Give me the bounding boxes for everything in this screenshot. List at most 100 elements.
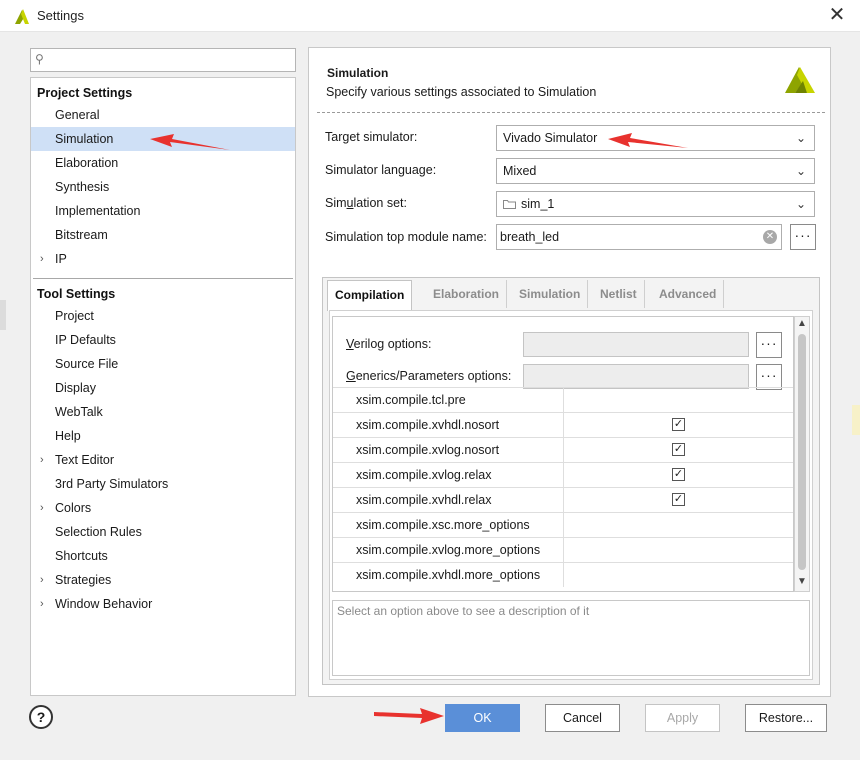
property-value-cell[interactable]: ✓ xyxy=(563,438,793,462)
options-tab-panel: Compilation Elaboration Simulation Netlist A… xyxy=(322,277,820,685)
property-name: xsim.compile.xvhdl.nosort xyxy=(356,418,500,432)
sidebar-item-shortcuts[interactable]: Shortcuts xyxy=(31,544,295,568)
generics-options-label: Generics/Parameters options: xyxy=(346,369,512,383)
property-name: xsim.compile.tcl.pre xyxy=(356,393,466,407)
tab-elaboration[interactable]: Elaboration xyxy=(426,280,508,308)
verilog-options-field[interactable] xyxy=(523,332,749,357)
help-button[interactable]: ? xyxy=(29,705,53,729)
page-subtitle: Specify various settings associated to S… xyxy=(326,85,597,99)
search-input[interactable]: ⚲ xyxy=(30,48,296,72)
table-row[interactable]: xsim.compile.xvlog.more_options xyxy=(333,537,793,562)
chevron-right-icon[interactable]: › xyxy=(40,592,44,616)
property-checkbox[interactable]: ✓ xyxy=(672,493,685,506)
property-value-cell[interactable]: ✓ xyxy=(563,413,793,437)
simulation-set-dropdown[interactable]: sim_1 ⌄ xyxy=(496,191,815,217)
annotation-arrow xyxy=(608,133,688,148)
ok-button[interactable]: OK xyxy=(445,704,520,732)
table-row[interactable]: xsim.compile.tcl.pre xyxy=(333,387,793,412)
sidebar-item-strategies[interactable]: › Strategies xyxy=(31,568,295,592)
sidebar-item-label: Synthesis xyxy=(55,180,110,194)
property-name: xsim.compile.xvlog.relax xyxy=(356,468,492,482)
chevron-right-icon[interactable]: › xyxy=(40,448,44,472)
sidebar-item-general[interactable]: General xyxy=(31,103,295,127)
sidebar-item-display[interactable]: Display xyxy=(31,376,295,400)
sidebar-item-help[interactable]: Help xyxy=(31,424,295,448)
sidebar-item-ip[interactable]: › IP xyxy=(31,247,295,271)
sidebar-item-bitstream[interactable]: Bitstream xyxy=(31,223,295,247)
tab-simulation[interactable]: Simulation xyxy=(512,280,589,308)
cancel-button[interactable]: Cancel xyxy=(545,704,620,732)
chevron-right-icon[interactable]: › xyxy=(40,568,44,592)
table-row[interactable]: xsim.compile.xsc.more_options xyxy=(333,512,793,537)
property-checkbox[interactable]: ✓ xyxy=(672,418,685,431)
background-window-edge xyxy=(0,300,6,330)
options-scrollbar[interactable]: ▲ ▼ xyxy=(794,316,810,592)
sidebar-item-label: General xyxy=(55,108,100,122)
scroll-up-icon[interactable]: ▲ xyxy=(797,318,807,329)
property-checkbox[interactable]: ✓ xyxy=(672,468,685,481)
header-separator xyxy=(317,112,825,113)
target-simulator-value: Vivado Simulator xyxy=(503,131,598,145)
tab-netlist[interactable]: Netlist xyxy=(593,280,645,308)
section-heading-tool-settings: Tool Settings xyxy=(37,287,116,301)
simulation-set-value: sim_1 xyxy=(521,197,555,211)
property-name: xsim.compile.xsc.more_options xyxy=(356,518,530,532)
table-row[interactable]: xsim.compile.xvhdl.relax ✓ xyxy=(333,487,793,512)
simulator-language-dropdown[interactable]: Mixed ⌄ xyxy=(496,158,815,184)
sidebar-item-selection-rules[interactable]: Selection Rules xyxy=(31,520,295,544)
verilog-options-browse-button[interactable]: ··· xyxy=(756,332,782,358)
sidebar-item-label: Project xyxy=(55,309,94,323)
sidebar-item-label: Text Editor xyxy=(55,453,115,467)
sidebar-item-colors[interactable]: › Colors xyxy=(31,496,295,520)
chevron-right-icon[interactable]: › xyxy=(40,496,44,520)
property-name: xsim.compile.xvhdl.relax xyxy=(356,493,492,507)
property-value-cell[interactable]: ✓ xyxy=(563,488,793,512)
property-value-cell[interactable] xyxy=(563,513,793,537)
restore-button[interactable]: Restore... xyxy=(745,704,827,732)
sidebar-item-3rd-party-simulators[interactable]: 3rd Party Simulators xyxy=(31,472,295,496)
sidebar-item-project[interactable]: Project xyxy=(31,304,295,328)
top-module-value: breath_led xyxy=(500,230,560,244)
target-simulator-label: Target simulator: xyxy=(325,130,418,144)
close-icon[interactable]: ✕ xyxy=(822,1,852,29)
top-module-input[interactable]: breath_led ✕ xyxy=(496,224,782,250)
sidebar-item-label: IP xyxy=(55,252,67,266)
sidebar-item-elaboration[interactable]: Elaboration xyxy=(31,151,295,175)
vivado-logo-icon xyxy=(785,67,815,93)
sidebar-item-text-editor[interactable]: › Text Editor xyxy=(31,448,295,472)
browse-top-module-button[interactable]: ··· xyxy=(790,224,816,250)
table-row[interactable]: xsim.compile.xvhdl.more_options xyxy=(333,562,793,587)
tab-advanced[interactable]: Advanced xyxy=(652,280,725,308)
property-value-cell[interactable] xyxy=(563,538,793,562)
sidebar-item-source-file[interactable]: Source File xyxy=(31,352,295,376)
table-row[interactable]: xsim.compile.xvlog.nosort ✓ xyxy=(333,437,793,462)
table-row[interactable]: xsim.compile.xvlog.relax ✓ xyxy=(333,462,793,487)
description-placeholder: Select an option above to see a descript… xyxy=(337,604,590,618)
sidebar-item-webtalk[interactable]: WebTalk xyxy=(31,400,295,424)
generics-options-field[interactable] xyxy=(523,364,749,389)
clear-icon[interactable]: ✕ xyxy=(763,230,777,244)
sidebar-item-label: Simulation xyxy=(55,132,114,146)
options-scroll-area: Verilog options: ··· Generics/Parameters… xyxy=(332,316,794,592)
property-checkbox[interactable]: ✓ xyxy=(672,443,685,456)
chevron-right-icon[interactable]: › xyxy=(40,247,44,271)
property-value-cell[interactable]: ✓ xyxy=(563,463,793,487)
apply-button[interactable]: Apply xyxy=(645,704,720,732)
sidebar-item-implementation[interactable]: Implementation xyxy=(31,199,295,223)
sidebar-item-window-behavior[interactable]: › Window Behavior xyxy=(31,592,295,616)
tab-compilation[interactable]: Compilation xyxy=(327,280,413,311)
sidebar-item-label: 3rd Party Simulators xyxy=(55,477,169,491)
section-heading-project-settings: Project Settings xyxy=(37,86,133,100)
sidebar-item-synthesis[interactable]: Synthesis xyxy=(31,175,295,199)
search-icon: ⚲ xyxy=(35,52,44,66)
sidebar-item-label: WebTalk xyxy=(55,405,103,419)
sidebar-item-label: Bitstream xyxy=(55,228,108,242)
sidebar-item-label: Display xyxy=(55,381,96,395)
scroll-down-icon[interactable]: ▼ xyxy=(797,576,807,587)
property-name: xsim.compile.xvlog.more_options xyxy=(356,543,541,557)
property-value-cell[interactable] xyxy=(563,563,793,587)
sidebar-item-ip-defaults[interactable]: IP Defaults xyxy=(31,328,295,352)
property-value-cell[interactable] xyxy=(563,388,793,412)
scrollbar-thumb[interactable] xyxy=(798,334,806,570)
table-row[interactable]: xsim.compile.xvhdl.nosort ✓ xyxy=(333,412,793,437)
